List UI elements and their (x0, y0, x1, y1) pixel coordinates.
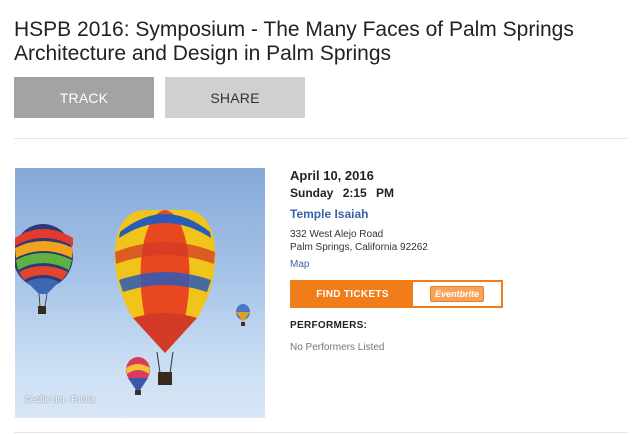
balloon-main (114, 210, 216, 385)
address-line2: Palm Springs, California 92262 (290, 242, 428, 253)
venue-address: 332 West Alejo Road Palm Springs, Califo… (290, 228, 620, 254)
eventbrite-logo: Eventbrite (429, 286, 484, 302)
divider (14, 138, 628, 139)
event-day-time: Sunday 2:15 PM (290, 186, 620, 200)
performers-heading: PERFORMERS: (290, 320, 368, 331)
ticket-provider: Eventbrite (413, 282, 501, 306)
event-date: April 10, 2016 (290, 168, 374, 183)
event-time: 2:15 PM (342, 186, 395, 200)
track-button[interactable]: TRACK (14, 77, 154, 118)
photo-credit: Cecilia Lim - Fotolia (25, 395, 96, 404)
find-tickets-label: FIND TICKETS (292, 282, 413, 306)
share-button[interactable]: SHARE (165, 77, 305, 118)
balloon-small-lower (126, 357, 150, 395)
balloon-small-right (236, 304, 250, 326)
page-title: HSPB 2016: Symposium - The Many Faces of… (14, 18, 574, 65)
event-details: April 10, 2016 Sunday 2:15 PM Temple Isa… (290, 168, 620, 353)
event-day: Sunday (290, 186, 334, 200)
performers-value: No Performers Listed (290, 342, 385, 353)
address-line1: 332 West Alejo Road (290, 229, 384, 240)
venue-link[interactable]: Temple Isaiah (290, 207, 368, 221)
map-link[interactable]: Map (290, 259, 309, 271)
event-image: Cecilia Lim - Fotolia (15, 168, 265, 418)
balloon-left (15, 224, 73, 314)
divider (14, 432, 628, 433)
find-tickets-button[interactable]: FIND TICKETS Eventbrite (290, 280, 503, 308)
hot-air-balloons-illustration (15, 210, 250, 395)
